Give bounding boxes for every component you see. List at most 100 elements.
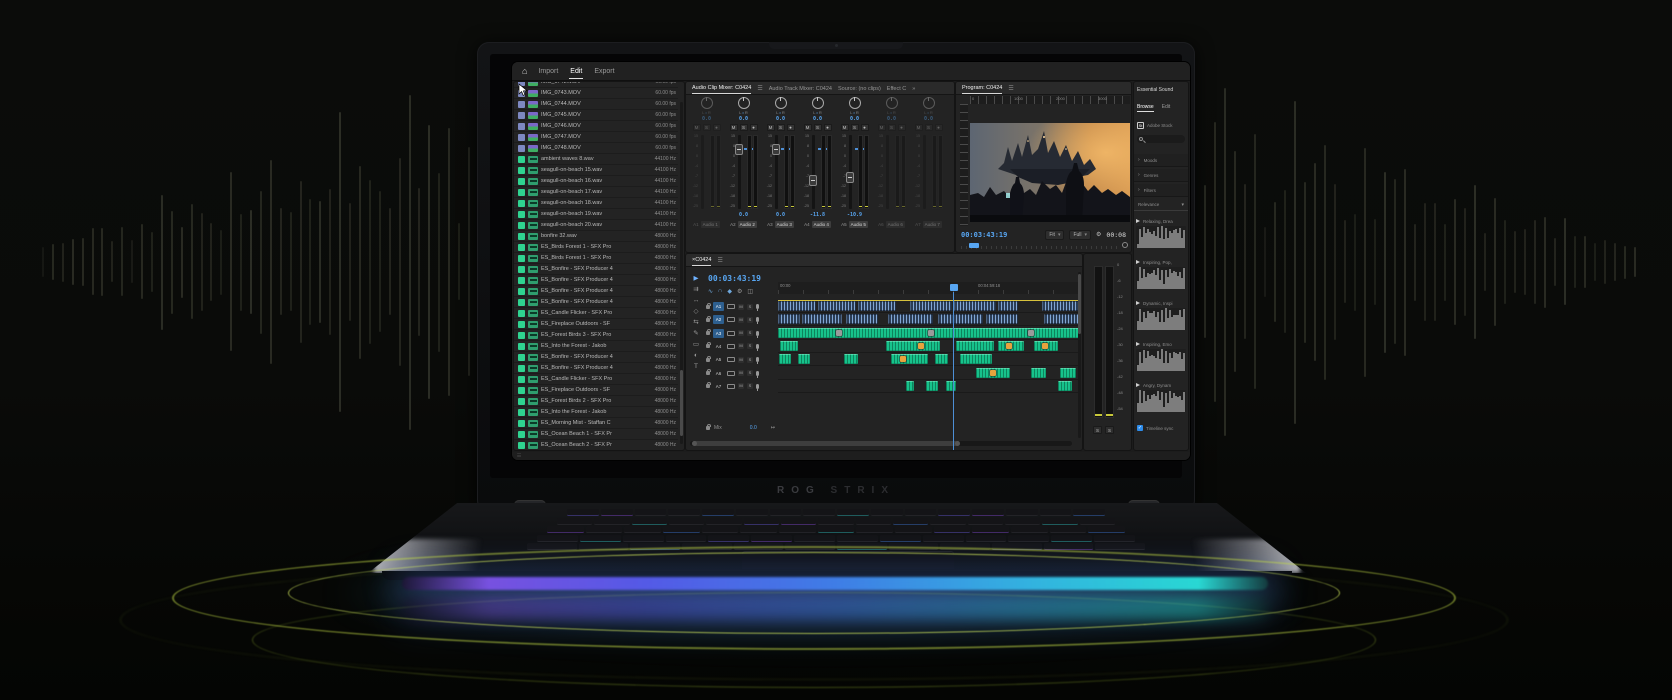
audio-clip[interactable] xyxy=(1060,368,1076,378)
track-name-box[interactable]: Audio 5 xyxy=(849,221,868,228)
play-icon[interactable] xyxy=(1136,260,1140,264)
panel-menu-icon[interactable]: ☰ xyxy=(717,257,722,264)
tab-sequence[interactable]: ×C0424 xyxy=(692,254,711,266)
mute-button[interactable]: M xyxy=(738,317,744,323)
label-color-chip[interactable] xyxy=(518,255,525,262)
rectangle-tool[interactable]: ▭ xyxy=(693,342,699,349)
audio-clip[interactable] xyxy=(858,301,896,311)
mute-button[interactable]: M xyxy=(878,124,886,131)
fit-icon[interactable]: ↦ xyxy=(771,425,775,431)
mute-button[interactable]: M xyxy=(738,343,744,349)
lock-icon[interactable] xyxy=(706,318,710,322)
media-list-item[interactable]: seagull-on-beach 20.wav 44100 Hz xyxy=(514,220,678,231)
label-color-chip[interactable] xyxy=(518,398,525,405)
play-icon[interactable] xyxy=(1136,219,1140,223)
linked-selection-icon[interactable]: ∩ xyxy=(718,288,722,295)
effect-badge-icon[interactable] xyxy=(918,343,924,349)
source-patch-icon[interactable] xyxy=(727,331,735,336)
label-color-chip[interactable] xyxy=(518,101,525,108)
label-color-chip[interactable] xyxy=(518,354,525,361)
fader-track[interactable] xyxy=(701,135,704,209)
solo-button[interactable]: S xyxy=(814,124,822,131)
mute-button[interactable]: M xyxy=(915,124,923,131)
label-color-chip[interactable] xyxy=(518,277,525,284)
playhead[interactable] xyxy=(953,292,954,450)
record-button[interactable]: ● xyxy=(898,124,906,131)
effect-badge-icon[interactable] xyxy=(836,330,842,336)
record-button[interactable]: ● xyxy=(824,124,832,131)
audio-clip[interactable] xyxy=(1042,301,1080,311)
waveform-thumbnail[interactable] xyxy=(1136,349,1186,371)
selection-tool[interactable]: ▶ xyxy=(694,276,699,283)
media-list-item[interactable]: ES_Fireplace Outdoors - SF 48000 Hz xyxy=(514,319,678,330)
label-color-chip[interactable] xyxy=(518,233,525,240)
solo-button[interactable]: S xyxy=(703,124,711,131)
fader-handle[interactable] xyxy=(846,172,854,183)
record-button[interactable]: ● xyxy=(750,124,758,131)
tab-edit-sound[interactable]: Edit xyxy=(1162,104,1171,112)
solo-button[interactable]: S xyxy=(747,370,753,376)
waveform-thumbnail[interactable] xyxy=(1136,390,1186,412)
media-list-item[interactable]: ES_Candle Flicker - SFX Pro 48000 Hz xyxy=(514,308,678,319)
audio-clip[interactable] xyxy=(778,314,800,324)
track-name-box[interactable]: Audio 4 xyxy=(812,221,831,228)
solo-button[interactable]: S xyxy=(747,383,753,389)
track-target-button[interactable]: A2 xyxy=(713,315,724,324)
track-header[interactable]: A2 M S xyxy=(706,313,778,326)
media-list-item[interactable]: seagull-on-beach 16.wav 44100 Hz xyxy=(514,176,678,187)
mute-button[interactable]: M xyxy=(730,124,738,131)
media-list-item[interactable]: ES_Candle Flicker - SFX Pro 48000 Hz xyxy=(514,374,678,385)
slip-tool[interactable]: ⇆ xyxy=(693,320,698,327)
media-list-item[interactable]: ES_Bonfire - SFX Producer 4 48000 Hz xyxy=(514,264,678,275)
tab-import[interactable]: Import xyxy=(537,64,559,78)
fader-track[interactable] xyxy=(886,135,889,209)
effect-badge-icon[interactable] xyxy=(1028,330,1034,336)
sound-result-item[interactable]: Inspiring, Pop, xyxy=(1136,257,1186,295)
audio-clip[interactable] xyxy=(1058,381,1072,391)
adobe-stock-row[interactable]: St Adobe Stock xyxy=(1137,122,1173,129)
audio-clip[interactable] xyxy=(779,354,791,364)
sound-result-item[interactable]: Angry, Dynam xyxy=(1136,380,1186,418)
voiceover-mic-icon[interactable] xyxy=(756,371,759,376)
track-name-box[interactable]: Audio 1 xyxy=(701,221,720,228)
media-list-item[interactable]: ES_Forest Birds 2 - SFX Pro 48000 Hz xyxy=(514,396,678,407)
home-icon[interactable]: ⌂ xyxy=(522,67,527,76)
lock-icon[interactable] xyxy=(706,344,710,348)
solo-button[interactable]: S xyxy=(747,317,753,323)
search-input[interactable] xyxy=(1137,135,1185,143)
solo-right-button[interactable]: S xyxy=(1105,426,1114,434)
play-icon[interactable] xyxy=(1136,383,1140,387)
audio-clip[interactable] xyxy=(935,354,948,364)
media-list-item[interactable]: ES_Bonfire - SFX Producer 4 48000 Hz xyxy=(514,275,678,286)
voiceover-mic-icon[interactable] xyxy=(756,317,759,322)
category-row-moods[interactable]: › Moods xyxy=(1134,154,1188,167)
label-color-chip[interactable] xyxy=(518,288,525,295)
source-patch-icon[interactable] xyxy=(727,357,735,362)
voiceover-mic-icon[interactable] xyxy=(756,344,759,349)
label-color-chip[interactable] xyxy=(518,409,525,416)
source-patch-icon[interactable] xyxy=(727,304,735,309)
tab-export[interactable]: Export xyxy=(593,64,615,78)
audio-clip[interactable] xyxy=(846,314,878,324)
hand-tool[interactable]: ◐ xyxy=(694,353,698,360)
solo-button[interactable]: S xyxy=(888,124,896,131)
media-list-item[interactable]: IMG_0743.MOV 60.00 fps xyxy=(514,88,678,99)
fader-handle[interactable] xyxy=(772,144,780,155)
media-list-item[interactable]: IMG_0744.MOV 60.00 fps xyxy=(514,99,678,110)
marker-icon[interactable]: ◆ xyxy=(727,288,732,295)
timeline-vertical-scrollbar[interactable] xyxy=(1078,272,1081,438)
tab-edit[interactable]: Edit xyxy=(569,64,583,79)
audio-clip[interactable] xyxy=(1031,368,1046,378)
play-icon[interactable] xyxy=(1136,301,1140,305)
mute-button[interactable]: M xyxy=(804,124,812,131)
fader-track[interactable] xyxy=(923,135,926,209)
media-list-item[interactable]: IMG_0745.MOV 60.00 fps xyxy=(514,110,678,121)
scrollbar-thumb[interactable] xyxy=(692,441,960,446)
media-list-item[interactable]: ES_Birds Forest 1 - SFX Pro 48000 Hz xyxy=(514,242,678,253)
solo-button[interactable]: S xyxy=(925,124,933,131)
mute-button[interactable]: M xyxy=(693,124,701,131)
label-color-chip[interactable] xyxy=(518,200,525,207)
effect-badge-icon[interactable] xyxy=(1042,343,1048,349)
solo-button[interactable]: S xyxy=(777,124,785,131)
media-list-item[interactable]: seagull-on-beach 17.wav 44100 Hz xyxy=(514,187,678,198)
